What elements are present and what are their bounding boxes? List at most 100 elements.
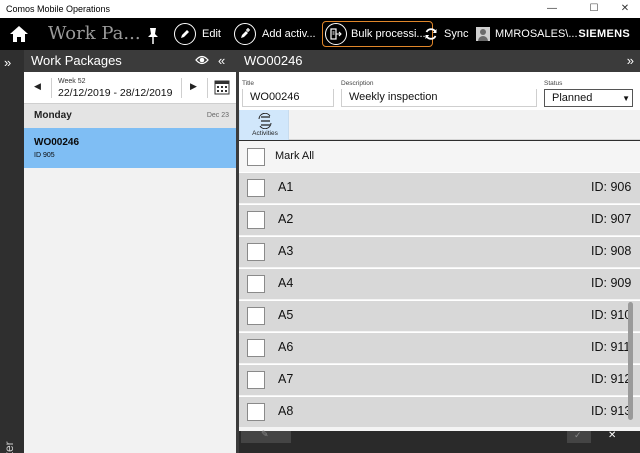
activity-row[interactable]: A4 ID: 909: [239, 268, 640, 299]
bulk-processing-label: Bulk processi...: [351, 28, 426, 40]
activity-row[interactable]: A7 ID: 912: [239, 364, 640, 395]
activities-icon: [258, 113, 272, 129]
activity-id: ID: 907: [591, 212, 632, 226]
pencil-icon: ✎: [261, 429, 269, 439]
maximize-button[interactable]: ☐: [580, 0, 608, 18]
add-activity-button[interactable]: Add activ...: [234, 21, 316, 47]
activity-id: ID: 909: [591, 276, 632, 290]
activity-id: ID: 912: [591, 372, 632, 386]
activity-checkbox[interactable]: [247, 179, 265, 197]
work-package-list: Monday Dec 23 WO00246 ID 905: [24, 104, 238, 453]
activity-list: Mark All A1 ID: 906 A2 ID: 907 A3 ID: 90…: [239, 141, 640, 431]
edit-label: Edit: [202, 28, 221, 40]
activity-row[interactable]: A5 ID: 910: [239, 300, 640, 331]
activity-checkbox[interactable]: [247, 211, 265, 229]
mark-all-checkbox[interactable]: [247, 148, 265, 166]
activity-row[interactable]: A1 ID: 906: [239, 172, 640, 203]
status-field-label: Status: [544, 80, 563, 87]
day-group-header: Monday Dec 23: [24, 104, 238, 128]
activity-name: A5: [278, 308, 294, 322]
add-activity-label: Add activ...: [262, 28, 316, 40]
work-package-fields: Title WO00246 Description Weekly inspect…: [239, 72, 640, 110]
activity-checkbox[interactable]: [247, 275, 265, 293]
app-title: Work Pa...: [48, 23, 141, 44]
edit-activity-button[interactable]: ✎: [241, 429, 291, 443]
edit-button[interactable]: Edit: [174, 21, 221, 47]
work-package-item[interactable]: WO00246 ID 905: [24, 128, 238, 168]
cancel-button[interactable]: ✕: [591, 430, 640, 443]
activity-name: A4: [278, 276, 294, 290]
title-input[interactable]: WO00246: [242, 89, 334, 107]
bulk-processing-icon: [330, 28, 342, 40]
activity-name: A8: [278, 404, 294, 418]
activity-name: A2: [278, 212, 294, 226]
activity-id: ID: 908: [591, 244, 632, 258]
activity-row[interactable]: A2 ID: 907: [239, 204, 640, 235]
activity-checkbox[interactable]: [247, 243, 265, 261]
user-account-button[interactable]: MMROSALES\...: [476, 21, 578, 47]
activity-checkbox[interactable]: [247, 371, 265, 389]
next-week-button[interactable]: ▶: [190, 81, 197, 92]
pencil-icon: [181, 30, 189, 38]
activity-row[interactable]: A8 ID: 913: [239, 396, 640, 427]
activity-row[interactable]: A6 ID: 911: [239, 332, 640, 363]
status-field: Status Planned ▼: [541, 72, 640, 110]
day-date: Dec 23: [206, 112, 229, 119]
work-package-name: WO00246: [34, 137, 80, 148]
activity-id: ID: 913: [591, 404, 632, 418]
status-select[interactable]: Planned: [544, 89, 633, 107]
detail-bottom-bar: ✎ ✓ ✕: [239, 429, 640, 453]
title-field-label: Title: [242, 80, 255, 87]
tab-activities-label: Activities: [252, 130, 278, 137]
app-window: Comos Mobile Operations — ☐ ✕ Work Pa...…: [0, 0, 640, 453]
work-package-id: ID 905: [34, 152, 55, 159]
week-label: Week 52: [58, 78, 86, 85]
expand-detail-icon[interactable]: »: [627, 50, 634, 72]
activity-name: A1: [278, 180, 294, 194]
sync-button[interactable]: Sync: [424, 21, 468, 47]
detail-header: WO00246 »: [239, 50, 640, 72]
home-icon[interactable]: [9, 24, 29, 44]
bulk-processing-button[interactable]: Bulk processi...: [322, 21, 433, 47]
work-packages-header: Work Packages «: [24, 50, 238, 72]
tab-activities[interactable]: Activities: [239, 110, 289, 140]
close-button[interactable]: ✕: [611, 0, 639, 18]
activity-id: ID: 911: [591, 340, 631, 354]
activity-checkbox[interactable]: [247, 307, 265, 325]
mark-all-row[interactable]: Mark All: [239, 141, 640, 172]
work-packages-title: Work Packages: [31, 53, 122, 68]
description-field-label: Description: [341, 80, 374, 87]
eye-icon[interactable]: [195, 54, 209, 66]
activity-checkbox[interactable]: [247, 403, 265, 421]
title-field: Title WO00246: [239, 72, 335, 110]
activity-name: A3: [278, 244, 294, 258]
expand-filter-icon[interactable]: »: [4, 55, 11, 70]
description-input[interactable]: Weekly inspection: [341, 89, 537, 107]
pin-icon: [148, 28, 158, 44]
collapse-pane-icon[interactable]: «: [218, 50, 225, 72]
calendar-icon[interactable]: [214, 80, 230, 95]
activity-id: ID: 910: [591, 308, 632, 322]
minimize-button[interactable]: —: [538, 0, 566, 18]
chevron-down-icon[interactable]: ▼: [622, 94, 630, 103]
activity-row[interactable]: A3 ID: 908: [239, 236, 640, 267]
detail-title: WO00246: [244, 53, 303, 68]
week-range: 22/12/2019 - 28/12/2019: [58, 87, 173, 99]
sync-label: Sync: [444, 28, 469, 40]
confirm-button[interactable]: ✓: [567, 430, 591, 443]
filter-label: Filter: [2, 441, 16, 453]
activity-list-scrollbar[interactable]: [628, 302, 633, 420]
window-titlebar: Comos Mobile Operations — ☐ ✕: [0, 0, 640, 18]
day-name: Monday: [34, 110, 72, 121]
brand-logo: SIEMENS: [578, 28, 630, 40]
activity-id: ID: 906: [591, 180, 632, 194]
sync-icon: [425, 28, 437, 40]
activity-checkbox[interactable]: [247, 339, 265, 357]
user-avatar-icon: [476, 27, 490, 41]
pin-button[interactable]: [146, 23, 160, 49]
filter-panel[interactable]: » Filter: [0, 50, 24, 453]
previous-week-button[interactable]: ◀: [34, 81, 41, 92]
user-label: MMROSALES\...: [495, 28, 578, 40]
mark-all-label: Mark All: [275, 150, 315, 162]
detail-tabs: Activities: [239, 110, 640, 140]
